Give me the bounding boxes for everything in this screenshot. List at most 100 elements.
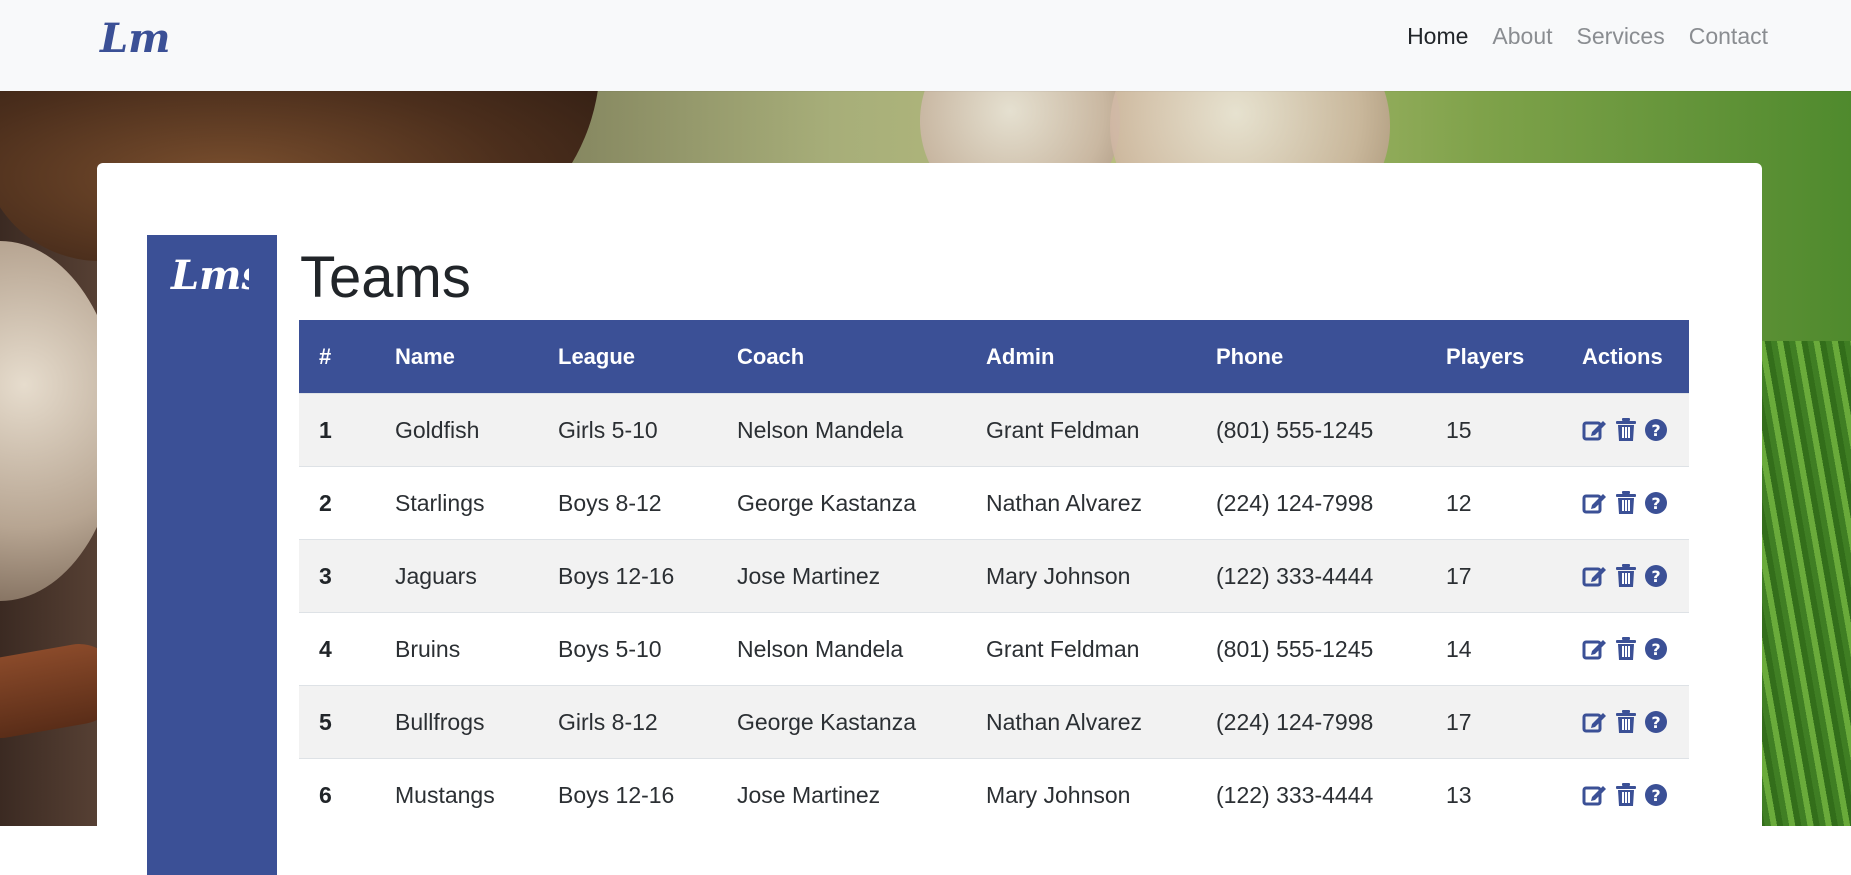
cell-admin: Mary Johnson xyxy=(966,758,1196,831)
trash-icon[interactable] xyxy=(1615,710,1637,734)
cell-league: Boys 5-10 xyxy=(538,612,717,686)
cell-actions: ? xyxy=(1562,685,1689,759)
cell-admin: Nathan Alvarez xyxy=(966,685,1196,759)
cell-number: 2 xyxy=(299,466,375,540)
table-row: 4 Bruins Boys 5-10 Nelson Mandela Grant … xyxy=(299,612,1689,686)
cell-players: 15 xyxy=(1426,393,1562,467)
table-row: 5 Bullfrogs Girls 8-12 George Kastanza N… xyxy=(299,685,1689,759)
teams-table: # Name League Coach Admin Phone Players … xyxy=(299,320,1689,831)
sidebar: Lms xyxy=(147,235,277,875)
edit-icon[interactable] xyxy=(1582,783,1608,807)
help-icon[interactable]: ? xyxy=(1644,418,1668,442)
cell-actions: ? xyxy=(1562,758,1689,831)
svg-text:?: ? xyxy=(1651,786,1660,805)
sidebar-logo[interactable]: Lms xyxy=(169,243,264,308)
cell-phone: (224) 124-7998 xyxy=(1196,466,1426,540)
svg-text:?: ? xyxy=(1651,713,1660,732)
cell-phone: (801) 555-1245 xyxy=(1196,393,1426,467)
cell-players: 17 xyxy=(1426,539,1562,613)
cell-admin: Grant Feldman xyxy=(966,393,1196,467)
col-header-actions: Actions xyxy=(1562,320,1689,394)
table-row: 3 Jaguars Boys 12-16 Jose Martinez Mary … xyxy=(299,539,1689,613)
cell-coach: Nelson Mandela xyxy=(717,612,966,686)
cell-league: Boys 8-12 xyxy=(538,466,717,540)
cell-phone: (122) 333-4444 xyxy=(1196,539,1426,613)
help-icon[interactable]: ? xyxy=(1644,710,1668,734)
table-row: 6 Mustangs Boys 12-16 Jose Martinez Mary… xyxy=(299,758,1689,831)
page-title: Teams xyxy=(300,245,471,310)
nav-menu: Home About Services Contact xyxy=(1407,20,1768,52)
cell-admin: Mary Johnson xyxy=(966,539,1196,613)
cell-name: Mustangs xyxy=(375,758,538,831)
cell-coach: Jose Martinez xyxy=(717,539,966,613)
edit-icon[interactable] xyxy=(1582,418,1608,442)
sidebar-logo-text: Lms xyxy=(170,252,249,299)
edit-icon[interactable] xyxy=(1582,491,1608,515)
cell-number: 3 xyxy=(299,539,375,613)
cell-league: Girls 5-10 xyxy=(538,393,717,467)
nav-link-contact[interactable]: Contact xyxy=(1689,20,1768,52)
cell-admin: Grant Feldman xyxy=(966,612,1196,686)
cell-phone: (801) 555-1245 xyxy=(1196,612,1426,686)
cell-players: 12 xyxy=(1426,466,1562,540)
table-row: 1 Goldfish Girls 5-10 Nelson Mandela Gra… xyxy=(299,393,1689,467)
cell-players: 14 xyxy=(1426,612,1562,686)
trash-icon[interactable] xyxy=(1615,491,1637,515)
trash-icon[interactable] xyxy=(1615,418,1637,442)
edit-icon[interactable] xyxy=(1582,564,1608,588)
brand-logo[interactable]: Lms xyxy=(98,6,193,71)
col-header-league: League xyxy=(538,320,717,394)
cell-league: Boys 12-16 xyxy=(538,758,717,831)
cell-phone: (122) 333-4444 xyxy=(1196,758,1426,831)
trash-icon[interactable] xyxy=(1615,783,1637,807)
cell-name: Bruins xyxy=(375,612,538,686)
trash-icon[interactable] xyxy=(1615,564,1637,588)
cell-coach: Nelson Mandela xyxy=(717,393,966,467)
cell-name: Starlings xyxy=(375,466,538,540)
cell-actions: ? xyxy=(1562,612,1689,686)
help-icon[interactable]: ? xyxy=(1644,491,1668,515)
brand-logo-text: Lms xyxy=(99,15,168,62)
col-header-phone: Phone xyxy=(1196,320,1426,394)
cell-number: 1 xyxy=(299,393,375,467)
cell-league: Girls 8-12 xyxy=(538,685,717,759)
cell-coach: Jose Martinez xyxy=(717,758,966,831)
navbar: Lms Home About Services Contact xyxy=(0,0,1851,91)
cell-number: 5 xyxy=(299,685,375,759)
cell-name: Goldfish xyxy=(375,393,538,467)
col-header-admin: Admin xyxy=(966,320,1196,394)
trash-icon[interactable] xyxy=(1615,637,1637,661)
svg-text:?: ? xyxy=(1651,494,1660,513)
cell-league: Boys 12-16 xyxy=(538,539,717,613)
cell-actions: ? xyxy=(1562,393,1689,467)
col-header-name: Name xyxy=(375,320,538,394)
cell-actions: ? xyxy=(1562,466,1689,540)
cell-admin: Nathan Alvarez xyxy=(966,466,1196,540)
cell-actions: ? xyxy=(1562,539,1689,613)
cell-phone: (224) 124-7998 xyxy=(1196,685,1426,759)
cell-name: Bullfrogs xyxy=(375,685,538,759)
edit-icon[interactable] xyxy=(1582,710,1608,734)
col-header-number: # xyxy=(299,320,375,394)
cell-name: Jaguars xyxy=(375,539,538,613)
help-icon[interactable]: ? xyxy=(1644,564,1668,588)
cell-number: 6 xyxy=(299,758,375,831)
help-icon[interactable]: ? xyxy=(1644,783,1668,807)
table-row: 2 Starlings Boys 8-12 George Kastanza Na… xyxy=(299,466,1689,540)
table-header-row: # Name League Coach Admin Phone Players … xyxy=(299,320,1689,394)
svg-text:?: ? xyxy=(1651,640,1660,659)
edit-icon[interactable] xyxy=(1582,637,1608,661)
cell-players: 17 xyxy=(1426,685,1562,759)
col-header-players: Players xyxy=(1426,320,1562,394)
nav-link-services[interactable]: Services xyxy=(1577,20,1665,52)
svg-text:?: ? xyxy=(1651,421,1660,440)
nav-link-about[interactable]: About xyxy=(1492,20,1552,52)
cell-players: 13 xyxy=(1426,758,1562,831)
svg-text:?: ? xyxy=(1651,567,1660,586)
nav-link-home[interactable]: Home xyxy=(1407,20,1468,52)
cell-coach: George Kastanza xyxy=(717,466,966,540)
content-card: Lms Teams # Name League Coach Admin Phon… xyxy=(97,163,1762,875)
cell-coach: George Kastanza xyxy=(717,685,966,759)
help-icon[interactable]: ? xyxy=(1644,637,1668,661)
cell-number: 4 xyxy=(299,612,375,686)
